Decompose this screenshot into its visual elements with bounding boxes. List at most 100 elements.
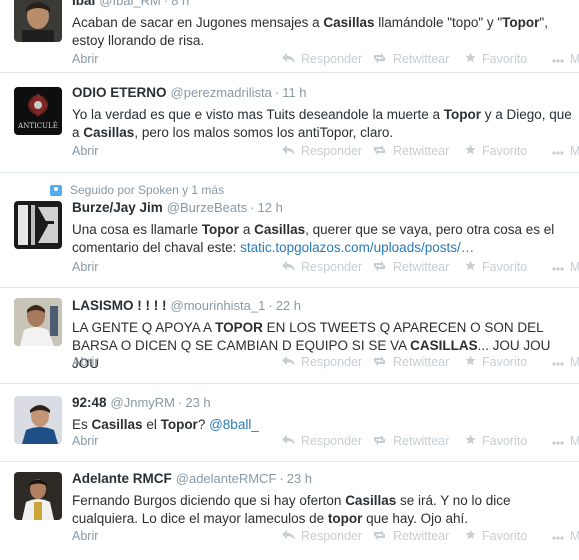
tweet-timestamp[interactable]: 12 h <box>258 200 283 215</box>
tweet-keyword: CASILLAS <box>410 338 478 353</box>
retweet-button[interactable]: Retwittear <box>372 529 449 543</box>
favorite-label: Favorito <box>482 144 528 158</box>
reply-button[interactable]: Responder <box>282 144 362 158</box>
tweet-keyword: topor <box>327 511 363 526</box>
tweet-timestamp[interactable]: 23 h <box>185 395 210 410</box>
tweet-link[interactable]: static.topgolazos.com/uploads/posts/… <box>240 240 474 255</box>
ellipsis-icon <box>552 355 564 369</box>
star-icon <box>465 355 476 369</box>
tweet-fullname[interactable]: Ibai <box>72 0 95 8</box>
more-label: Más <box>570 355 579 369</box>
retweet-button[interactable]: Retwittear <box>372 144 449 158</box>
tweet-keyword: Casillas <box>345 493 397 508</box>
favorite-button[interactable]: Favorito <box>465 529 527 543</box>
tweet-fullname[interactable]: 92:48 <box>72 395 107 410</box>
tweet-item[interactable]: LASISMO ! ! ! ! @mourinhista_1 · 22 h LA GE… <box>0 288 579 384</box>
tweet-text-segment: Una cosa es llamarle <box>72 222 202 237</box>
more-button[interactable]: Más <box>552 529 579 543</box>
tweet-item[interactable]: Ibai @Ibai_RM · 8 h Acaban de sacar en Jugo… <box>0 0 579 73</box>
favorite-label: Favorito <box>482 355 528 369</box>
avatar[interactable] <box>14 0 62 42</box>
expand-link[interactable]: Abrir <box>72 260 98 274</box>
ellipsis-icon <box>552 144 564 158</box>
favorite-button[interactable]: Favorito <box>465 434 527 448</box>
more-button[interactable]: Más <box>552 52 579 66</box>
avatar[interactable]: ANTICULÉ <box>14 87 62 135</box>
tweet-timestamp[interactable]: 11 h <box>282 85 306 100</box>
separator-dot: · <box>268 298 273 313</box>
avatar[interactable] <box>14 201 62 249</box>
reply-arrow-icon <box>282 355 295 369</box>
reply-button[interactable]: Responder <box>282 529 362 543</box>
tweet-timestamp[interactable]: 22 h <box>276 298 301 313</box>
favorite-button[interactable]: Favorito <box>465 355 527 369</box>
tweet-fullname[interactable]: Adelante RMCF <box>72 471 172 486</box>
more-label: Más <box>570 52 579 66</box>
tweet-username[interactable]: @Ibai_RM <box>99 0 161 8</box>
tweet-header: Burze/Jay Jim @BurzeBeats · 12 h <box>72 199 579 217</box>
expand-link[interactable]: Abrir <box>72 529 98 543</box>
retweet-button[interactable]: Retwittear <box>372 434 449 448</box>
tweet-fullname[interactable]: LASISMO ! ! ! ! <box>72 298 167 313</box>
tweet-text-segment: llamándole "topo" y " <box>374 15 503 30</box>
reply-button[interactable]: Responder <box>282 355 362 369</box>
tweet-item[interactable]: Seguido por Spoken y 1 más Burze/Jay Jim… <box>0 173 579 288</box>
retweet-label: Retwittear <box>393 144 450 158</box>
avatar[interactable] <box>14 298 62 346</box>
tweet-text-segment: Es <box>72 417 92 432</box>
favorite-button[interactable]: Favorito <box>465 144 527 158</box>
expand-link[interactable]: Abrir <box>72 144 98 158</box>
tweet-text: Fernando Burgos diciendo que si hay ofer… <box>72 492 579 528</box>
avatar[interactable] <box>14 396 62 444</box>
retweet-button[interactable]: Retwittear <box>372 52 449 66</box>
favorite-label: Favorito <box>482 529 528 543</box>
retweet-icon <box>372 260 387 274</box>
tweet-fullname[interactable]: Burze/Jay Jim <box>72 200 163 215</box>
reply-button[interactable]: Responder <box>282 434 362 448</box>
star-icon <box>465 52 476 66</box>
separator-dot: · <box>274 85 280 100</box>
tweet-header: 92:48 @JnmyRM · 23 h <box>72 394 579 412</box>
expand-link[interactable]: Abrir <box>72 355 98 369</box>
tweet-item[interactable]: Adelante RMCF @adelanteRMCF · 23 h Fernando… <box>0 462 579 560</box>
retweet-label: Retwittear <box>393 260 450 274</box>
tweet-timestamp[interactable]: 23 h <box>287 471 312 486</box>
star-icon <box>465 260 476 274</box>
tweet-header: Adelante RMCF @adelanteRMCF · 23 h <box>72 470 579 488</box>
tweet-username[interactable]: @adelanteRMCF <box>176 471 277 486</box>
reply-arrow-icon <box>282 260 295 274</box>
tweet-timestamp[interactable]: 8 h <box>171 0 189 8</box>
reply-label: Responder <box>301 529 363 543</box>
reply-button[interactable]: Responder <box>282 52 362 66</box>
tweet-item[interactable]: ANTICULÉ ODIO ETERNO @perezmadrilista · 11 … <box>0 73 579 173</box>
tweet-username[interactable]: @perezmadrilista <box>171 85 272 100</box>
more-button[interactable]: Más <box>552 355 579 369</box>
more-label: Más <box>570 260 579 274</box>
tweet-keyword: Topor <box>160 417 198 432</box>
tweet-text: Una cosa es llamarle Topor a Casillas, q… <box>72 221 579 257</box>
tweet-keyword: Casillas <box>323 15 375 30</box>
expand-link[interactable]: Abrir <box>72 434 98 448</box>
tweet-link[interactable]: @8ball_ <box>209 417 259 432</box>
expand-link[interactable]: Abrir <box>72 52 98 66</box>
avatar[interactable] <box>14 472 62 520</box>
ellipsis-icon <box>552 529 564 543</box>
more-button[interactable]: Más <box>552 260 579 274</box>
retweet-icon <box>372 52 387 66</box>
more-button[interactable]: Más <box>552 144 579 158</box>
favorite-button[interactable]: Favorito <box>465 260 527 274</box>
retweet-button[interactable]: Retwittear <box>372 260 449 274</box>
tweet-item[interactable]: 92:48 @JnmyRM · 23 h Es Casillas el Topor? … <box>0 384 579 462</box>
favorite-button[interactable]: Favorito <box>465 52 527 66</box>
retweet-label: Retwittear <box>393 529 450 543</box>
tweet-keyword: TOPOR <box>215 320 263 335</box>
tweet-fullname[interactable]: ODIO ETERNO <box>72 85 167 100</box>
tweet-username[interactable]: @BurzeBeats <box>167 200 247 215</box>
more-button[interactable]: Más <box>552 434 579 448</box>
retweet-button[interactable]: Retwittear <box>372 355 449 369</box>
reply-button[interactable]: Responder <box>282 260 362 274</box>
tweet-username[interactable]: @mourinhista_1 <box>171 298 266 313</box>
separator-dot: · <box>163 0 169 8</box>
tweet-username[interactable]: @JnmyRM <box>111 395 175 410</box>
reply-arrow-icon <box>282 529 295 543</box>
